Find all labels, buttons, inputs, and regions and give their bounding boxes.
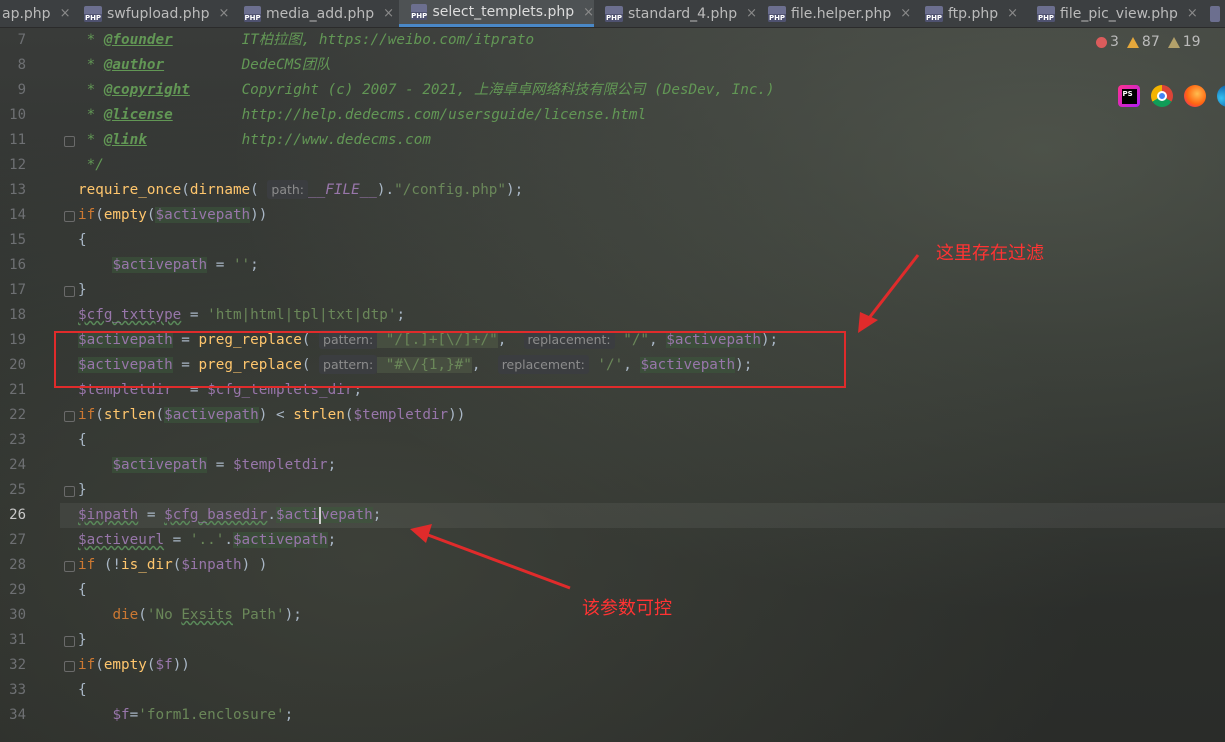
arrow-head-icon xyxy=(410,524,432,543)
filter-annotation: 这里存在过滤 xyxy=(936,243,1044,264)
arrow-head-icon xyxy=(858,312,878,333)
annotation-arrows xyxy=(410,254,920,590)
param-annotation: 该参数可控 xyxy=(582,598,672,619)
arrow-to-param xyxy=(427,533,571,590)
arrow-to-filter xyxy=(864,254,920,323)
